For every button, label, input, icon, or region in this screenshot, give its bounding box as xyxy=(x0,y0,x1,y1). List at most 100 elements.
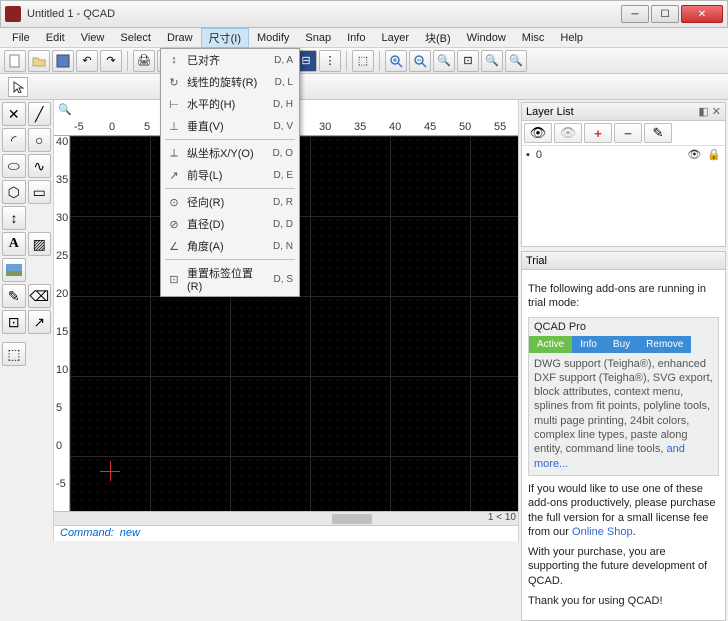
menu-draw[interactable]: Draw xyxy=(159,30,201,46)
menu-item-shortcut: D, V xyxy=(274,121,293,132)
layer-lock-icon[interactable]: 🔒 xyxy=(707,148,721,161)
menu-layer[interactable]: Layer xyxy=(373,30,417,46)
menu-edit[interactable]: Edit xyxy=(38,30,73,46)
point-tool[interactable]: ✕ xyxy=(2,102,26,126)
menu-item-shortcut: D, A xyxy=(274,55,293,66)
menu-item-shortcut: D, E xyxy=(274,170,293,181)
menu-item-label: 水平的(H) xyxy=(187,96,267,112)
polyline-tool[interactable]: ⬡ xyxy=(2,180,26,204)
menu-help[interactable]: Help xyxy=(552,30,591,46)
menu-file[interactable]: File xyxy=(4,30,38,46)
ellipse-tool[interactable]: ⬭ xyxy=(2,154,26,178)
menu-item-icon: ↕ xyxy=(167,54,181,66)
layer-row[interactable]: ▪ 0 👁 🔒 xyxy=(522,146,725,163)
trial-intro: The following add-ons are running in tri… xyxy=(528,282,719,311)
circle-tool[interactable]: ○ xyxy=(28,128,52,152)
cursor-tool[interactable] xyxy=(8,77,28,97)
menu-separator xyxy=(165,139,295,140)
zoom-previous-button[interactable]: 🔍 xyxy=(481,50,503,72)
menu-item-label: 重置标签位置(R) xyxy=(187,265,268,293)
draft-mode-button[interactable]: ⬚ xyxy=(352,50,374,72)
tab-buy[interactable]: Buy xyxy=(605,336,638,353)
tab-active[interactable]: Active xyxy=(529,336,572,353)
menu-dimension[interactable]: 尺寸(I) xyxy=(201,28,249,48)
menu-item-label: 直径(D) xyxy=(187,216,267,232)
erase-tool[interactable]: ⌫ xyxy=(28,284,52,308)
hatch-tool[interactable]: ▨ xyxy=(28,232,52,256)
undo-button[interactable]: ↶ xyxy=(76,50,98,72)
layer-visibility-icon[interactable]: 👁 xyxy=(687,148,701,161)
menu-item[interactable]: ⊥垂直(V)D, V xyxy=(161,115,299,137)
zoom-window-button[interactable]: ⊡ xyxy=(457,50,479,72)
title-bar: Untitled 1 - QCAD ─ ☐ ✕ xyxy=(0,0,728,28)
ruler-tick: 5 xyxy=(56,402,62,414)
menu-item[interactable]: ↕ 已对齐 D, A xyxy=(161,49,299,71)
menu-item[interactable]: ∠角度(A)D, N xyxy=(161,235,299,257)
menu-misc[interactable]: Misc xyxy=(514,30,553,46)
horizontal-scrollbar[interactable]: 1 < 10 xyxy=(54,511,518,525)
text-tool[interactable]: A xyxy=(2,232,26,256)
open-file-button[interactable] xyxy=(28,50,50,72)
menu-item-shortcut: D, L xyxy=(275,77,293,88)
command-label: Command: xyxy=(60,527,114,540)
spline-tool[interactable]: ∿ xyxy=(28,154,52,178)
shape-tool[interactable]: ▭ xyxy=(28,180,52,204)
menu-block[interactable]: 块(B) xyxy=(417,28,459,48)
ruler-tick: 5 xyxy=(144,121,150,133)
trial-thanks: Thank you for using QCAD! xyxy=(528,594,719,608)
close-button[interactable]: ✕ xyxy=(681,5,723,23)
menu-select[interactable]: Select xyxy=(112,30,159,46)
info-tool[interactable]: ⊡ xyxy=(2,310,26,334)
menu-modify[interactable]: Modify xyxy=(249,30,297,46)
menu-window[interactable]: Window xyxy=(459,30,514,46)
save-button[interactable] xyxy=(52,50,74,72)
zoom-in-button[interactable] xyxy=(385,50,407,72)
layer-remove-button[interactable]: − xyxy=(614,123,642,143)
block-tool[interactable]: ⬚ xyxy=(2,342,26,366)
image-tool[interactable] xyxy=(2,258,26,282)
menu-item-label: 径向(R) xyxy=(187,194,267,210)
line-tool[interactable]: ╱ xyxy=(28,102,52,126)
redo-button[interactable]: ↷ xyxy=(100,50,122,72)
menu-item[interactable]: ⊡重置标签位置(R)D, S xyxy=(161,262,299,296)
layer-edit-button[interactable]: ✎ xyxy=(644,123,672,143)
zoom-out-button[interactable] xyxy=(409,50,431,72)
menu-snap[interactable]: Snap xyxy=(297,30,339,46)
menu-item-label: 已对齐 xyxy=(187,52,268,68)
menu-item[interactable]: ↻线性的旋转(R)D, L xyxy=(161,71,299,93)
menu-item-label: 前导(L) xyxy=(187,167,268,183)
tab-remove[interactable]: Remove xyxy=(638,336,691,353)
panel-undock-icon[interactable]: ◧ xyxy=(698,105,708,118)
zoom-auto-button[interactable]: 🔍 xyxy=(433,50,455,72)
ruler-tick: 20 xyxy=(56,288,68,300)
grid-settings-button[interactable]: ⋮ xyxy=(319,50,341,72)
zoom-selection-button[interactable]: 🔍 xyxy=(505,50,527,72)
dimension-tool[interactable]: ↕ xyxy=(2,206,26,230)
menu-item[interactable]: ⊘直径(D)D, D xyxy=(161,213,299,235)
print-button[interactable]: 🖨 xyxy=(133,50,155,72)
measure-tool[interactable]: ↗ xyxy=(28,310,52,334)
layer-add-button[interactable]: + xyxy=(584,123,612,143)
menu-item[interactable]: ↗前导(L)D, E xyxy=(161,164,299,186)
maximize-button[interactable]: ☐ xyxy=(651,5,679,23)
ruler-tick: -5 xyxy=(74,121,84,133)
arc-tool[interactable]: ◜ xyxy=(2,128,26,152)
layer-hide-all-button[interactable]: 👁 xyxy=(554,123,582,143)
command-line[interactable]: Command: new xyxy=(54,525,518,541)
menu-info[interactable]: Info xyxy=(339,30,373,46)
new-file-button[interactable] xyxy=(4,50,26,72)
panel-close-icon[interactable]: ✕ xyxy=(712,105,721,118)
online-shop-link[interactable]: Online Shop xyxy=(572,526,633,538)
minimize-button[interactable]: ─ xyxy=(621,5,649,23)
ruler-tick: -5 xyxy=(56,478,66,490)
menu-item[interactable]: ⊢水平的(H)D, H xyxy=(161,93,299,115)
menu-view[interactable]: View xyxy=(73,30,113,46)
window-title: Untitled 1 - QCAD xyxy=(27,8,621,20)
modify-tool[interactable]: ✎ xyxy=(2,284,26,308)
menu-item-icon: ⊥ xyxy=(167,120,181,133)
zoom-level: 1 < 10 xyxy=(488,512,516,523)
menu-item[interactable]: ⊙径向(R)D, R xyxy=(161,191,299,213)
menu-item[interactable]: ⟂纵坐标X/Y(O)D, O xyxy=(161,142,299,164)
layer-show-all-button[interactable]: 👁 xyxy=(524,123,552,143)
tab-info[interactable]: Info xyxy=(572,336,605,353)
